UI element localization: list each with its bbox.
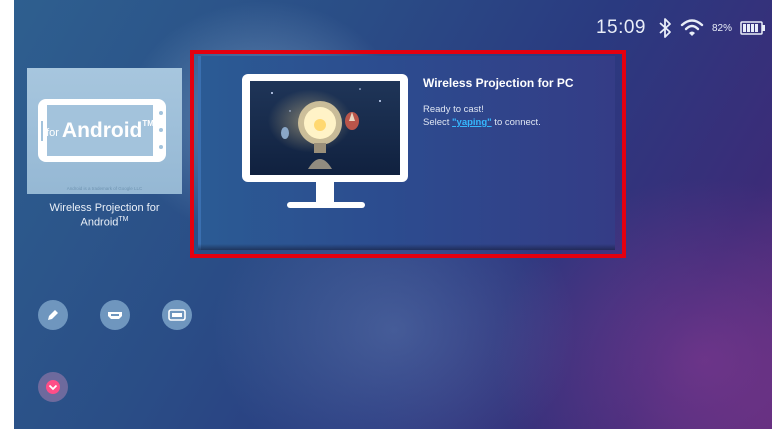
android-phone-icon: for AndroidTM xyxy=(38,99,166,162)
wifi-icon xyxy=(680,18,704,38)
clock: 15:09 xyxy=(595,17,646,38)
phone-brand-text: AndroidTM xyxy=(61,118,154,142)
trademark-note: Android is a trademark of Google LLC xyxy=(66,186,143,191)
status-bar: 15:09 82% xyxy=(596,16,766,40)
usb-button[interactable] xyxy=(162,300,192,330)
battery-icon xyxy=(740,21,766,35)
android-projection-tile[interactable]: for AndroidTM Android is a trademark of … xyxy=(27,68,182,194)
pencil-button[interactable] xyxy=(38,300,68,330)
hdmi-button[interactable] xyxy=(100,300,130,330)
usb-icon xyxy=(168,309,186,321)
bluetooth-icon xyxy=(658,17,672,39)
projector-home-screen: 15:09 82% for AndroidTM Android is a tra… xyxy=(14,0,772,429)
highlight-box xyxy=(190,50,626,258)
phone-for-text: for xyxy=(46,127,59,139)
battery-percent: 82% xyxy=(711,22,732,34)
chevron-down-icon xyxy=(45,379,61,395)
android-tile-label[interactable]: Wireless Projection for AndroidTM xyxy=(27,202,182,229)
pencil-icon xyxy=(46,308,60,322)
hdmi-icon xyxy=(107,310,123,320)
more-button[interactable] xyxy=(38,372,68,402)
